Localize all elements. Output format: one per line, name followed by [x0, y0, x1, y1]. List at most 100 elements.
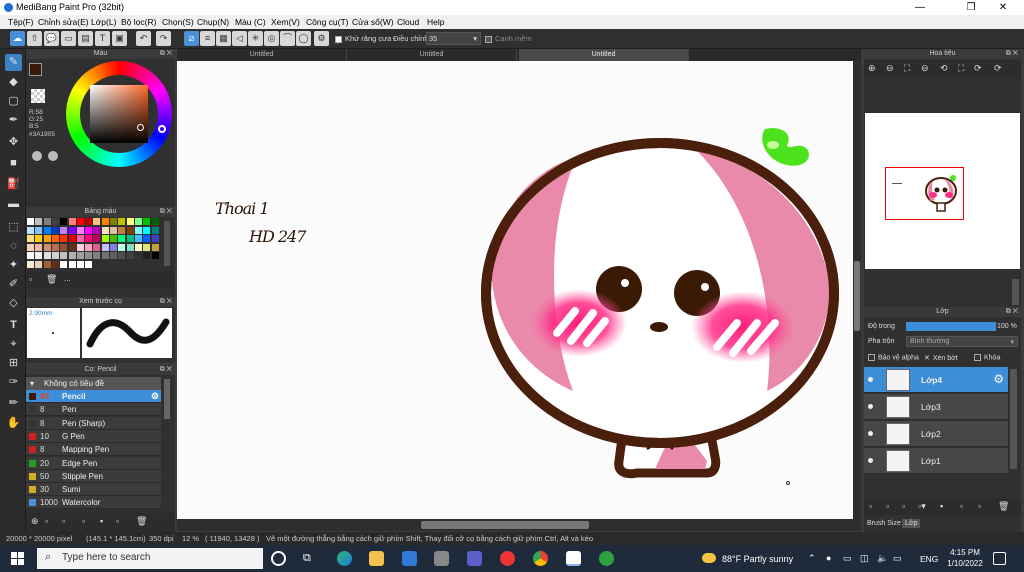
palette-swatch[interactable]	[110, 235, 117, 243]
palette-swatch[interactable]	[35, 261, 43, 268]
dot-tool-icon[interactable]: ▢	[5, 93, 22, 110]
palette-swatch[interactable]	[76, 261, 84, 268]
palette-swatch[interactable]	[68, 235, 76, 243]
divide-tool-icon[interactable]: ⊞	[5, 355, 22, 372]
tab-brush-size[interactable]: Brush Size	[867, 520, 901, 527]
palette-swatch[interactable]	[126, 235, 134, 243]
app-badge-icon[interactable]	[500, 551, 515, 566]
vertical-scrollbar[interactable]	[853, 61, 861, 519]
layer-add-menu-icon[interactable]: ▫▾	[918, 501, 926, 512]
duplicate-layer-icon[interactable]: ▫	[960, 501, 963, 511]
palette-swatch[interactable]	[101, 226, 109, 234]
volume-icon[interactable]: 🔈	[877, 553, 888, 564]
palette-swatch[interactable]	[68, 252, 76, 260]
fit-window-icon[interactable]: ⛶	[958, 63, 964, 74]
medibang-taskbar-icon[interactable]	[566, 551, 581, 566]
text-tool-icon[interactable]: T	[5, 317, 22, 334]
palette-swatch[interactable]	[101, 235, 109, 243]
lasso-tool-icon[interactable]: ◌	[5, 238, 22, 255]
file-explorer-icon[interactable]	[369, 551, 384, 566]
windows-start-icon[interactable]	[11, 552, 24, 565]
antialias-checkbox[interactable]: ✓ Khử răng cưa	[335, 34, 391, 46]
palette-swatch[interactable]	[27, 218, 34, 225]
snap-grid-icon[interactable]: ▦	[216, 31, 231, 46]
palette-swatch[interactable]	[134, 243, 142, 251]
tab-untitled-2[interactable]: Untitled	[347, 49, 517, 61]
actual-size-icon[interactable]: ⊖	[921, 63, 929, 74]
palette-swatch[interactable]	[60, 235, 68, 243]
brush-folder-icon[interactable]: ▪	[100, 516, 103, 526]
color-mode-2-icon[interactable]	[48, 151, 58, 161]
brush-item[interactable]: 8 Mapping Pen	[26, 443, 161, 457]
rotate-left-icon[interactable]: ⟲	[940, 63, 948, 74]
palette-swatch[interactable]	[110, 226, 117, 234]
palette-swatch[interactable]	[110, 243, 117, 251]
palette-swatch[interactable]	[134, 235, 142, 243]
palette-swatch[interactable]	[76, 218, 84, 225]
palette-swatch[interactable]	[43, 243, 51, 251]
palette-swatch[interactable]	[51, 235, 59, 243]
palette-swatch[interactable]	[43, 261, 51, 268]
folder-icon[interactable]: ▪	[940, 501, 943, 511]
palette-swatch[interactable]	[151, 243, 159, 251]
opacity-slider[interactable]	[906, 322, 996, 331]
brush-menu-icon[interactable]: ▫	[62, 516, 65, 526]
settings-icon[interactable]: ⚙	[314, 31, 329, 46]
palette-swatch[interactable]	[85, 261, 93, 268]
brush-item[interactable]: 1000 Watercolor	[26, 496, 161, 510]
menu-help[interactable]: Help	[427, 17, 444, 27]
pen-tool-icon[interactable]: ✒	[5, 112, 22, 129]
palette-swatch[interactable]	[85, 243, 93, 251]
palette-swatch[interactable]	[27, 252, 34, 260]
gear-icon[interactable]: ⚙	[151, 391, 159, 402]
palette-swatch[interactable]	[143, 218, 151, 225]
task-view-icon[interactable]: ⧉	[303, 552, 311, 565]
drawing-canvas[interactable]: Thoai 1 HD 247	[177, 61, 853, 519]
palette-swatch[interactable]	[93, 252, 101, 260]
soft-edge-checkbox[interactable]: Cạnh mềm	[485, 34, 532, 43]
speech-bubble-icon[interactable]: 💬	[44, 31, 59, 46]
layer-row-4[interactable]: Lớp4 ⚙	[864, 367, 1008, 393]
palette-swatch[interactable]	[126, 218, 134, 225]
rotate-right-icon[interactable]: ⟳	[974, 63, 982, 74]
layer-scrollbar[interactable]	[1010, 369, 1017, 469]
adjust-field[interactable]: 35 ▾	[426, 32, 481, 45]
brush-scrollbar[interactable]	[164, 379, 170, 419]
add-brush-icon[interactable]: ⊕	[31, 516, 39, 527]
hue-wheel[interactable]	[66, 61, 172, 167]
palette-swatch[interactable]	[27, 226, 34, 234]
color-picker-handle[interactable]	[137, 124, 144, 131]
menu-cloud[interactable]: Cloud	[397, 17, 419, 27]
visibility-eye-icon[interactable]	[868, 377, 873, 382]
palette-swatch[interactable]	[143, 252, 151, 260]
palette-swatch[interactable]	[60, 243, 68, 251]
protect-alpha-checkbox[interactable]: Bảo vệ alpha	[868, 354, 919, 361]
palette-swatch[interactable]	[43, 252, 51, 260]
gradient-tool-icon[interactable]: ▬	[5, 196, 22, 213]
visibility-eye-icon[interactable]	[868, 458, 873, 463]
app-green-icon[interactable]	[599, 551, 614, 566]
brush-duplicate-icon[interactable]: ▫	[116, 516, 119, 526]
palette-swatch[interactable]	[118, 252, 126, 260]
palette-swatch[interactable]	[143, 243, 151, 251]
palette-swatch[interactable]	[134, 252, 142, 260]
close-icon[interactable]: ⧉ ✕	[160, 207, 172, 217]
brush-item[interactable]: 30 Sumi	[26, 483, 161, 497]
close-icon[interactable]: ⧉ ✕	[160, 365, 172, 375]
text-icon[interactable]: T	[95, 31, 110, 46]
brush-item[interactable]: 50 Stipple Pen	[26, 469, 161, 483]
new-palette-icon[interactable]: ▫	[29, 274, 32, 284]
palette-swatch[interactable]	[68, 226, 76, 234]
palette-swatch[interactable]	[110, 218, 117, 225]
palette-swatch[interactable]	[118, 218, 126, 225]
navigator-thumbnail[interactable]	[865, 113, 1020, 269]
new-layer-icon[interactable]: ▫	[869, 501, 872, 511]
close-button[interactable]: ✕	[988, 0, 1018, 15]
eyedropper-tool-icon[interactable]: ✑	[5, 374, 22, 391]
palette-swatches[interactable]	[27, 218, 162, 270]
battery-icon[interactable]: ▭	[893, 553, 902, 564]
palette-swatch[interactable]	[43, 226, 51, 234]
palette-swatch[interactable]	[43, 218, 51, 225]
menu-file[interactable]: Tệp(F)	[8, 17, 34, 27]
panel-icon[interactable]: ▤	[78, 31, 93, 46]
